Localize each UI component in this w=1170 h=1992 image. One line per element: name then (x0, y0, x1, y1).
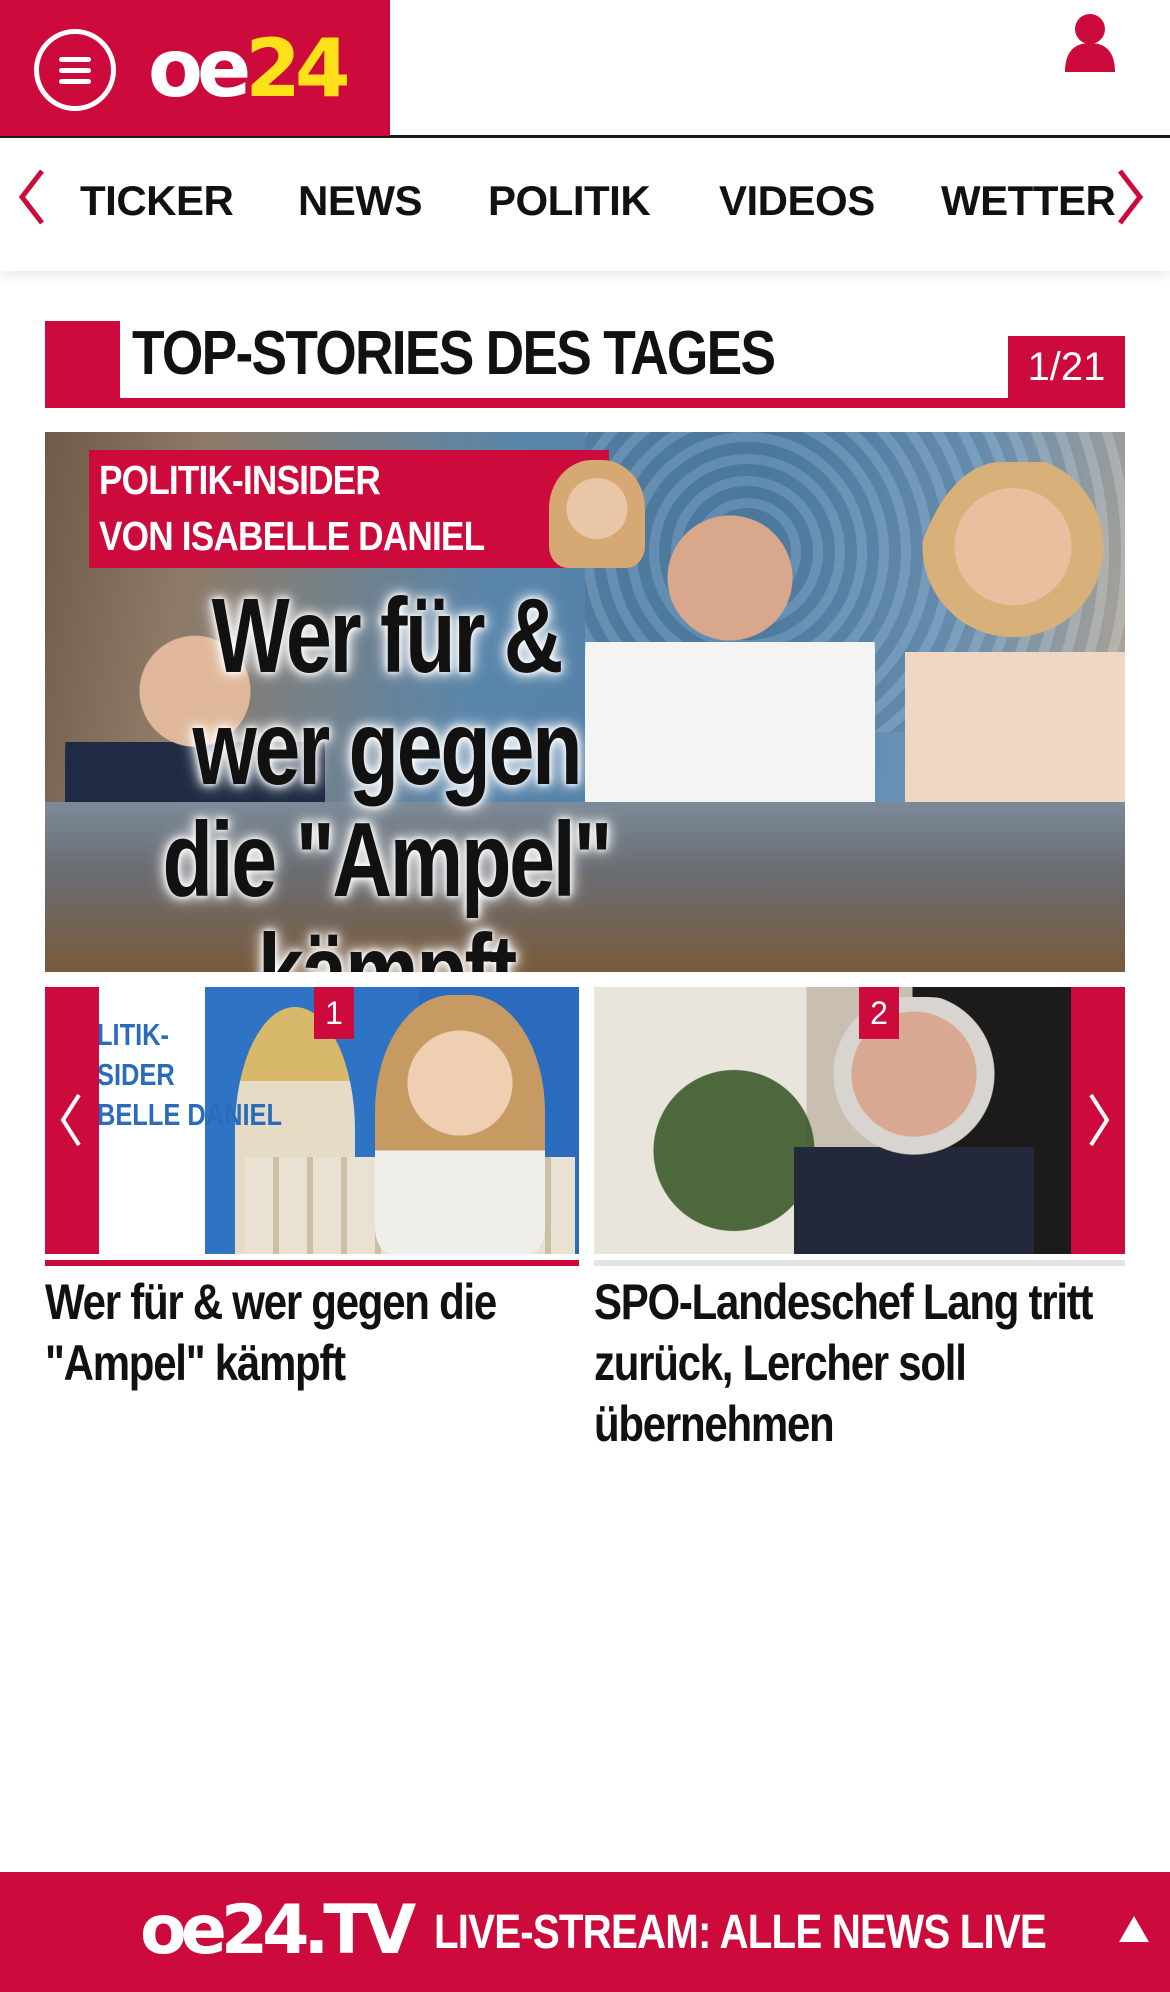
author-portrait (549, 460, 645, 568)
chevron-left-icon (60, 1093, 81, 1147)
brand-box: oe24 (0, 0, 390, 136)
card-number-badge-2: 2 (859, 987, 899, 1039)
hero-story-image[interactable]: POLITIK-INSIDER VON ISABELLE DANIEL Wer … (45, 432, 1125, 972)
nav-item-news[interactable]: NEWS (298, 177, 423, 225)
nav-item-videos[interactable]: VIDEOS (719, 177, 875, 225)
live-stream-bar[interactable]: oe24.TV LIVE-STREAM: ALLE NEWS LIVE (0, 1872, 1170, 1992)
card-indicator-inactive (594, 1260, 1125, 1266)
hamburger-menu-icon[interactable] (34, 29, 116, 111)
insider-kicker-line2: VON ISABELLE DANIEL (99, 513, 485, 559)
story-card-image-1[interactable]: LITIK- SIDER BELLE DANIEL (45, 987, 579, 1254)
story-counter: 1/21 (1008, 336, 1125, 398)
nav-item-ticker[interactable]: TICKER (80, 177, 234, 225)
insider-kicker: POLITIK-INSIDER VON ISABELLE DANIEL (99, 452, 485, 564)
category-nav: TICKER NEWS POLITIK VIDEOS WETTER (0, 139, 1170, 271)
section-underline (120, 398, 1125, 408)
politician-photo (794, 997, 1034, 1254)
carousel-next-button[interactable] (1071, 987, 1125, 1254)
card-number-badge-1: 1 (314, 987, 354, 1039)
section-accent-box (45, 321, 120, 408)
section-title: TOP-STORIES DES TAGES (132, 319, 776, 388)
oe24-tv-logo: oe24.TV (140, 1891, 416, 1970)
chevron-left-icon[interactable] (14, 167, 50, 227)
card-indicator-active (45, 1260, 579, 1266)
site-header: oe24 (0, 0, 1170, 138)
story-card-title-1[interactable]: Wer für & wer gegen die "Ampel" kämpft (45, 1272, 579, 1394)
nav-item-wetter[interactable]: WETTER (941, 177, 1116, 225)
nav-item-politik[interactable]: POLITIK (488, 177, 651, 225)
scroll-up-arrow-icon[interactable] (1118, 1914, 1150, 1944)
logo-24: 24 (245, 22, 350, 115)
story-card-title-2[interactable]: SPO-Landeschef Lang tritt zurück, Lerche… (594, 1272, 1125, 1455)
live-stream-label: LIVE-STREAM: ALLE NEWS LIVE (434, 1906, 1047, 1959)
card-image-caption: LITIK- SIDER BELLE DANIEL (97, 1017, 283, 1132)
chevron-right-icon[interactable] (1112, 167, 1148, 227)
logo-oe: oe (148, 22, 251, 115)
insider-kicker-line1: POLITIK-INSIDER (99, 457, 381, 503)
carousel-prev-button[interactable] (45, 987, 99, 1254)
author-photo (375, 995, 545, 1254)
hero-headline: Wer für & wer gegen die "Ampel" kämpft (162, 577, 613, 972)
user-icon[interactable] (1062, 12, 1118, 72)
chevron-right-icon (1089, 1093, 1110, 1147)
oe24-logo[interactable]: oe24 (148, 22, 351, 115)
